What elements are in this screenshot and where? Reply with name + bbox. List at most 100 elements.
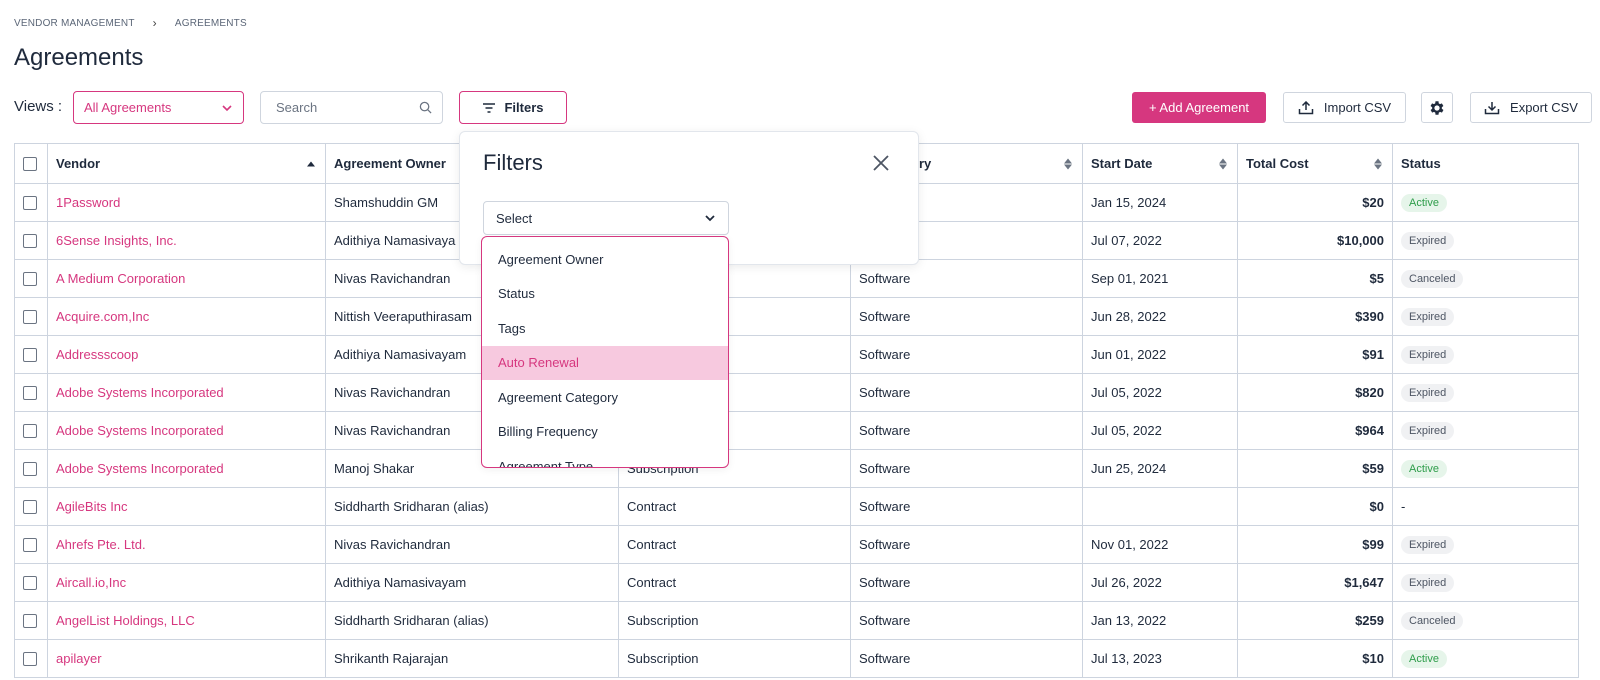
- breadcrumb-current: AGREEMENTS: [174, 17, 247, 29]
- row-select-cell: [14, 259, 48, 298]
- start-date-cell: Jul 26, 2022: [1082, 563, 1238, 602]
- select-all-checkbox[interactable]: [23, 157, 37, 172]
- start-date-cell: Jun 01, 2022: [1082, 335, 1238, 374]
- vendor-link[interactable]: apilayer: [47, 639, 326, 678]
- owner-cell: Shrikanth Rajarajan: [325, 639, 619, 678]
- column-header-start-date[interactable]: Start Date: [1082, 143, 1238, 184]
- row-checkbox[interactable]: [23, 196, 37, 211]
- table-row[interactable]: Adobe Systems Incorporated Manoj Shakar …: [14, 449, 1579, 488]
- owner-cell: Siddharth Sridharan (alias): [325, 601, 619, 640]
- table-row[interactable]: Adobe Systems Incorporated Nivas Ravicha…: [14, 411, 1579, 450]
- table-row[interactable]: A Medium Corporation Nivas Ravichandran …: [14, 259, 1579, 298]
- total-cost-cell: $820: [1237, 373, 1393, 412]
- table-row[interactable]: AgileBits Inc Siddharth Sridharan (alias…: [14, 487, 1579, 526]
- search-icon: [419, 101, 432, 114]
- settings-button[interactable]: [1421, 92, 1453, 123]
- views-select[interactable]: All Agreements: [73, 91, 244, 124]
- row-checkbox[interactable]: [23, 386, 37, 401]
- row-checkbox[interactable]: [23, 576, 37, 591]
- filter-select-placeholder: Select: [496, 210, 533, 226]
- column-header-vendor[interactable]: Vendor: [47, 143, 326, 184]
- total-cost-cell: $10,000: [1237, 221, 1393, 260]
- table-row[interactable]: AngelList Holdings, LLC Siddharth Sridha…: [14, 601, 1579, 640]
- vendor-link[interactable]: 1Password: [47, 183, 326, 222]
- vendor-link[interactable]: A Medium Corporation: [47, 259, 326, 298]
- status-badge: Active: [1401, 193, 1447, 212]
- status-cell: Active: [1392, 639, 1579, 678]
- close-icon[interactable]: [872, 154, 890, 172]
- start-date-cell: Jun 25, 2024: [1082, 449, 1238, 488]
- add-agreement-button[interactable]: + Add Agreement: [1132, 92, 1266, 123]
- status-badge: Expired: [1401, 421, 1455, 440]
- row-checkbox[interactable]: [23, 310, 37, 325]
- table-row[interactable]: apilayer Shrikanth Rajarajan Subscriptio…: [14, 639, 1579, 678]
- table-row[interactable]: Aircall.io,Inc Adithiya Namasivayam Cont…: [14, 563, 1579, 602]
- filters-button-label: Filters: [504, 100, 544, 115]
- table-row[interactable]: Addressscoop Adithiya Namasivayam Softwa…: [14, 335, 1579, 374]
- status-cell: Expired: [1392, 373, 1579, 412]
- download-icon: [1484, 101, 1500, 114]
- vendor-link[interactable]: Acquire.com,Inc: [47, 297, 326, 336]
- export-csv-label: Export CSV: [1510, 100, 1578, 115]
- breadcrumb-root[interactable]: VENDOR MANAGEMENT: [14, 18, 135, 29]
- status-badge: Canceled: [1401, 611, 1464, 630]
- vendor-link[interactable]: Addressscoop: [47, 335, 326, 374]
- start-date-cell: Jun 28, 2022: [1082, 297, 1238, 336]
- row-checkbox[interactable]: [23, 652, 37, 667]
- filter-option[interactable]: Tags: [482, 311, 728, 346]
- vendor-link[interactable]: 6Sense Insights, Inc.: [47, 221, 326, 260]
- filter-option[interactable]: Agreement Owner: [482, 242, 728, 277]
- filter-option[interactable]: Agreement Type: [482, 449, 728, 467]
- row-checkbox[interactable]: [23, 234, 37, 249]
- status-badge: Expired: [1401, 573, 1455, 592]
- total-cost-cell: $10: [1237, 639, 1393, 678]
- row-select-cell: [14, 373, 48, 412]
- row-checkbox[interactable]: [23, 462, 37, 477]
- vendor-link[interactable]: AgileBits Inc: [47, 487, 326, 526]
- vendor-link[interactable]: Adobe Systems Incorporated: [47, 373, 326, 412]
- row-select-cell: [14, 221, 48, 260]
- search-input[interactable]: Search: [260, 91, 443, 124]
- vendor-link[interactable]: Adobe Systems Incorporated: [47, 449, 326, 488]
- row-select-cell: [14, 335, 48, 374]
- sort-icon[interactable]: [1374, 158, 1382, 169]
- row-checkbox[interactable]: [23, 348, 37, 363]
- sort-icon[interactable]: [1064, 158, 1072, 169]
- type-cell: Subscription: [618, 639, 851, 678]
- status-cell: Active: [1392, 449, 1579, 488]
- row-checkbox[interactable]: [23, 538, 37, 553]
- filter-option[interactable]: Agreement Category: [482, 380, 728, 415]
- column-header-total-cost[interactable]: Total Cost: [1237, 143, 1393, 184]
- row-checkbox[interactable]: [23, 500, 37, 515]
- row-checkbox[interactable]: [23, 272, 37, 287]
- row-checkbox[interactable]: [23, 614, 37, 629]
- filter-option[interactable]: Status: [482, 277, 728, 312]
- vendor-link[interactable]: Ahrefs Pte. Ltd.: [47, 525, 326, 564]
- import-csv-button[interactable]: Import CSV: [1283, 92, 1406, 123]
- table-row[interactable]: Acquire.com,Inc Nittish Veeraputhirasam …: [14, 297, 1579, 336]
- column-header-status[interactable]: Status: [1392, 143, 1579, 184]
- row-select-cell: [14, 487, 48, 526]
- start-date-cell: Jan 13, 2022: [1082, 601, 1238, 640]
- export-csv-button[interactable]: Export CSV: [1470, 92, 1592, 123]
- filter-option[interactable]: Auto Renewal: [482, 345, 728, 380]
- category-cell: Software: [850, 639, 1083, 678]
- vendor-link[interactable]: Aircall.io,Inc: [47, 563, 326, 602]
- status-cell: Expired: [1392, 221, 1579, 260]
- filter-option[interactable]: Billing Frequency: [482, 415, 728, 450]
- filter-options-dropdown: Agreement Owner Status Tags Auto Renewal Agr…: [481, 236, 729, 468]
- filter-field-select[interactable]: Select: [483, 201, 729, 235]
- category-cell: Software: [850, 525, 1083, 564]
- status-text: -: [1401, 499, 1406, 514]
- row-checkbox[interactable]: [23, 424, 37, 439]
- row-select-cell: [14, 601, 48, 640]
- table-row[interactable]: Ahrefs Pte. Ltd. Nivas Ravichandran Cont…: [14, 525, 1579, 564]
- sort-icon[interactable]: [1219, 158, 1227, 169]
- filters-button[interactable]: Filters: [459, 91, 567, 124]
- table-row[interactable]: Adobe Systems Incorporated Nivas Ravicha…: [14, 373, 1579, 412]
- row-select-cell: [14, 411, 48, 450]
- vendor-link[interactable]: Adobe Systems Incorporated: [47, 411, 326, 450]
- sort-asc-icon[interactable]: [307, 161, 315, 166]
- vendor-link[interactable]: AngelList Holdings, LLC: [47, 601, 326, 640]
- row-select-cell: [14, 183, 48, 222]
